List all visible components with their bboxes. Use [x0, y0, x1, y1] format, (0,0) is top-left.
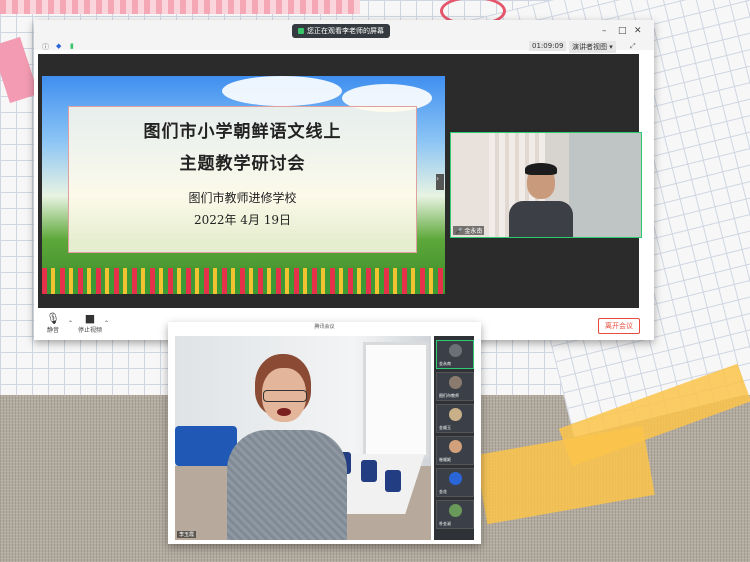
view-mode-button[interactable]: 演讲者视图 ▾	[569, 41, 616, 53]
minimize-icon[interactable]: –	[602, 26, 607, 36]
mute-label: 静音	[46, 327, 59, 334]
screen-share-notice: 您正在观看李老师的屏幕	[292, 24, 390, 38]
chair	[385, 470, 401, 492]
meeting-timer: 01:09:09	[529, 41, 567, 51]
cloud	[222, 76, 342, 106]
leave-meeting-button[interactable]: 离开会议	[598, 318, 640, 334]
participant-figure	[227, 354, 347, 540]
fullscreen-icon[interactable]: ⤢	[630, 42, 636, 51]
camera-icon: ■	[84, 312, 96, 325]
thumbnail-name: 金永南	[439, 361, 451, 366]
mouth	[277, 408, 291, 416]
microphone-icon: 🎙	[46, 312, 60, 325]
chevron-up-icon[interactable]: ⌃	[68, 320, 73, 327]
presentation-slide: 图们市小学朝鲜语文线上 主题教学研讨会 图们市教师进修学校 2022年 4月 1…	[42, 76, 445, 294]
thumbnail-name: 朴金淑	[439, 521, 451, 526]
thumbnail-6[interactable]: 朴金淑	[436, 500, 474, 529]
glasses	[263, 390, 307, 402]
slide-title-line1: 图们市小学朝鲜语文线上	[143, 122, 342, 142]
pink-washi-tape	[0, 0, 360, 14]
speaker-name: 🎤 金永南	[453, 226, 485, 235]
avatar	[449, 376, 462, 389]
room-window	[363, 342, 429, 458]
participant-body	[227, 430, 347, 540]
close-icon[interactable]: ✕	[634, 26, 642, 36]
chevron-right-icon[interactable]: ›	[436, 174, 444, 190]
gallery-window: 腾讯会议 李玉霞 金永南 图们市教师 金顺玉 崔顺姬 金花 朴金淑	[168, 322, 481, 544]
slide-text-box: 图们市小学朝鲜语文线上 主题教学研讨会 图们市教师进修学校 2022年 4月 1…	[68, 106, 417, 253]
view-mode-label: 演讲者视图	[572, 43, 607, 51]
thumbnail-name: 金花	[439, 489, 447, 494]
avatar	[449, 344, 462, 357]
speaker-video[interactable]: 🎤 金永南	[450, 132, 642, 238]
main-participant-name: 李玉霞	[177, 531, 197, 538]
share-notice-text: 您正在观看李老师的屏幕	[307, 27, 384, 35]
slide-date: 2022年 4月 19日	[193, 213, 292, 227]
thumbnail-name: 图们市教师	[439, 393, 459, 398]
title-bar: 您正在观看李老师的屏幕 – □ ✕ ⓘ ◆ ▮ 01:09:09 演讲者视图 ▾…	[34, 20, 654, 53]
gallery-window-title: 腾讯会议	[314, 324, 335, 330]
signal-icon: ▮	[70, 42, 74, 50]
speaker-body	[509, 201, 573, 237]
thumbnail-name: 崔顺姬	[439, 457, 451, 462]
video-label: 停止视频	[78, 327, 103, 334]
meeting-window: 您正在观看李老师的屏幕 – □ ✕ ⓘ ◆ ▮ 01:09:09 演讲者视图 ▾…	[34, 20, 654, 340]
avatar	[449, 440, 462, 453]
speaker-figure	[509, 163, 573, 237]
mute-button[interactable]: 🎙 静音	[46, 312, 60, 334]
avatar	[449, 408, 462, 421]
thumbnail-name: 金顺玉	[439, 425, 451, 430]
thumbnail-2[interactable]: 图们市教师	[436, 372, 474, 401]
maximize-icon[interactable]: □	[618, 26, 627, 36]
chevron-up-icon[interactable]: ⌃	[104, 320, 109, 327]
thumbnail-1[interactable]: 金永南	[436, 340, 474, 369]
chair	[361, 460, 377, 482]
slide-title-line2: 主题教学研讨会	[179, 154, 306, 174]
shield-icon[interactable]: ◆	[56, 42, 61, 50]
main-participant-video[interactable]: 李玉霞	[175, 336, 431, 540]
info-icon[interactable]: ⓘ	[42, 42, 49, 52]
shared-screen-area: 图们市小学朝鲜语文线上 主题教学研讨会 图们市教师进修学校 2022年 4月 1…	[38, 54, 642, 308]
thumbnail-3[interactable]: 金顺玉	[436, 404, 474, 433]
speaker-name-text: 金永南	[464, 228, 483, 235]
stop-video-button[interactable]: ■ 停止视频	[78, 312, 102, 334]
flower-border	[42, 268, 445, 294]
avatar	[449, 472, 462, 485]
slide-organizer: 图们市教师进修学校	[188, 191, 297, 205]
thumbnail-5[interactable]: 金花	[436, 468, 474, 497]
participant-thumbnails: 金永南 图们市教师 金顺玉 崔顺姬 金花 朴金淑	[434, 336, 474, 540]
share-icon	[298, 28, 304, 34]
thumbnail-4[interactable]: 崔顺姬	[436, 436, 474, 465]
speaker-hair	[525, 163, 557, 175]
avatar	[449, 504, 462, 517]
